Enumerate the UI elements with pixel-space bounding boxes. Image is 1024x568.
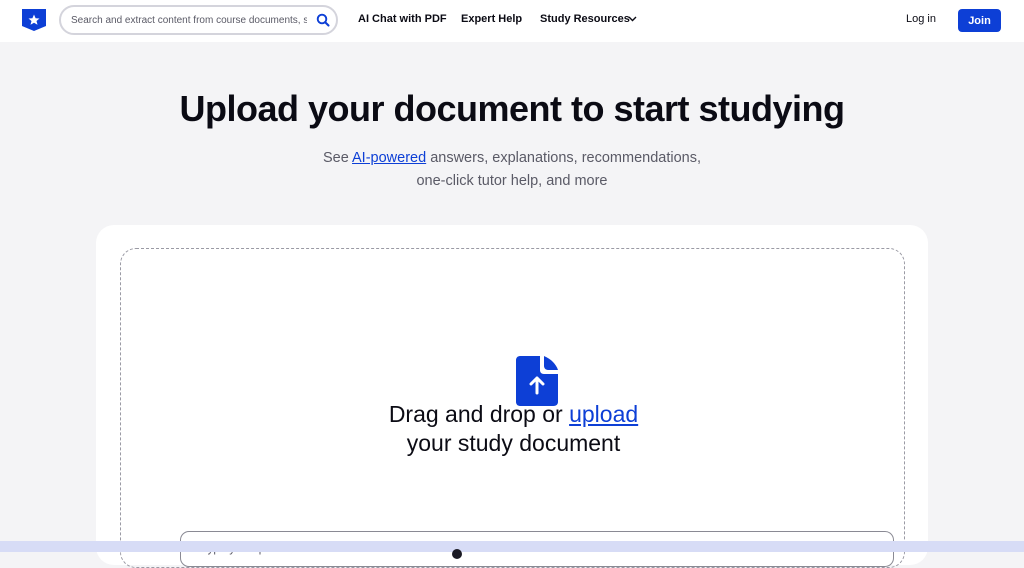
ai-powered-link[interactable]: AI-powered [352, 150, 426, 166]
dropzone[interactable]: Drag and drop or upload your study docum… [120, 248, 905, 568]
page-title: Upload your document to start studying [179, 88, 845, 129]
search-icon[interactable] [315, 12, 331, 28]
drag-text: Drag and drop or [388, 401, 570, 427]
subtitle-line2: one-click tutor help, and more [416, 173, 608, 189]
nav-study-resources[interactable]: Study Resources [540, 13, 630, 25]
upload-link[interactable]: upload [569, 401, 638, 427]
search-input[interactable] [71, 12, 307, 28]
drag-drop-text: Drag and drop or upload [121, 401, 906, 428]
upload-card: Drag and drop or upload your study docum… [96, 225, 928, 568]
drag-drop-text-line2: your study document [406, 430, 621, 456]
banner-icon [452, 549, 462, 559]
page-subtitle: See AI-powered answers, explanations, re… [0, 147, 1024, 193]
shield-star-logo-icon[interactable] [22, 9, 46, 31]
login-link[interactable]: Log in [906, 13, 936, 25]
nav-expert-help[interactable]: Expert Help [461, 13, 522, 25]
subtitle-rest: answers, explanations, recommendations, [426, 150, 702, 166]
search-bar [59, 5, 338, 35]
top-navbar: AI Chat with PDF Expert Help Study Resou… [0, 0, 1024, 42]
join-button[interactable]: Join [958, 9, 1001, 32]
bottom-banner [0, 541, 1024, 559]
subtitle-prefix: See [322, 150, 353, 166]
chevron-down-icon[interactable] [628, 16, 637, 22]
file-upload-icon[interactable] [516, 356, 558, 406]
nav-ai-chat-with-pdf[interactable]: AI Chat with PDF [358, 13, 447, 25]
